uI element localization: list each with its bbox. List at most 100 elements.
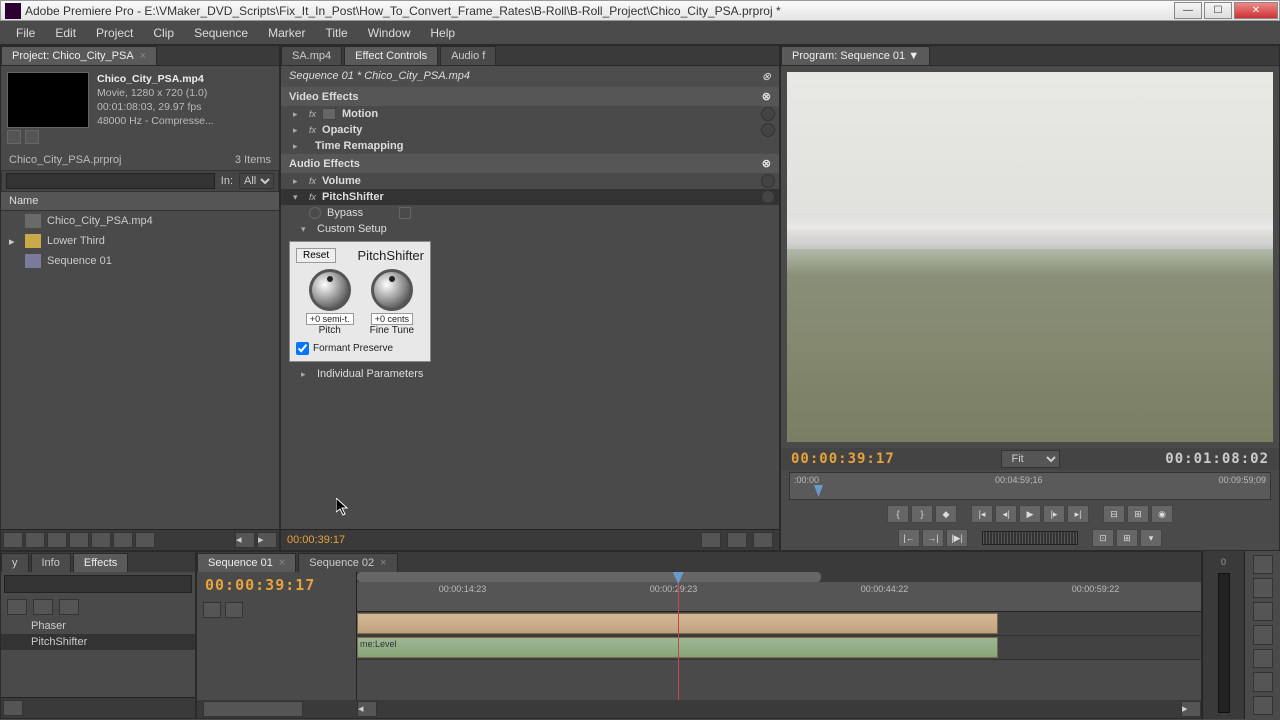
zoom-slider[interactable] bbox=[203, 701, 303, 717]
minimize-button[interactable]: — bbox=[1174, 2, 1202, 19]
pen-tool[interactable] bbox=[1253, 672, 1273, 691]
selection-tool[interactable] bbox=[1253, 555, 1273, 574]
effect-motion[interactable]: ▸fx Motion bbox=[281, 106, 779, 122]
menu-project[interactable]: Project bbox=[86, 23, 143, 43]
go-to-in-button[interactable]: |◂ bbox=[971, 505, 993, 523]
param-bypass[interactable]: Bypass bbox=[281, 205, 779, 221]
tab-program[interactable]: Program: Sequence 01 ▼ bbox=[781, 46, 930, 65]
lift-button[interactable]: ⊟ bbox=[1103, 505, 1125, 523]
project-search-input[interactable] bbox=[6, 173, 215, 189]
step-forward-button[interactable]: |▸ bbox=[1043, 505, 1065, 523]
program-ruler[interactable]: :00:00 00:04:59;16 00:09:59;09 bbox=[789, 472, 1271, 500]
marker-button[interactable]: ◆ bbox=[935, 505, 957, 523]
timeline-timecode[interactable]: 00:00:39:17 bbox=[197, 572, 356, 598]
list-view-button[interactable] bbox=[3, 532, 23, 548]
video-monitor[interactable] bbox=[787, 72, 1273, 442]
slip-tool[interactable] bbox=[1253, 649, 1273, 668]
menu-title[interactable]: Title bbox=[315, 23, 357, 43]
zoom-select[interactable]: Fit bbox=[1001, 450, 1060, 468]
play-thumb-icon[interactable] bbox=[25, 130, 39, 144]
new-bin-button[interactable] bbox=[3, 700, 23, 716]
menu-file[interactable]: File bbox=[6, 23, 45, 43]
dropdown-button[interactable]: ▾ bbox=[1140, 529, 1162, 547]
menu-marker[interactable]: Marker bbox=[258, 23, 315, 43]
find-button[interactable] bbox=[69, 532, 89, 548]
play-inout-button[interactable]: |▶| bbox=[946, 529, 968, 547]
formant-preserve-checkbox[interactable]: Formant Preserve bbox=[296, 342, 424, 355]
safe-margins-button[interactable]: ⊡ bbox=[1092, 529, 1114, 547]
timeline-zoom-scrollbar[interactable] bbox=[357, 572, 1201, 582]
prev-button[interactable]: ◂ bbox=[235, 532, 255, 548]
new-item-button[interactable] bbox=[113, 532, 133, 548]
menu-window[interactable]: Window bbox=[358, 23, 421, 43]
list-item[interactable]: ▸ Lower Third bbox=[1, 231, 279, 251]
list-item[interactable]: Chico_City_PSA.mp4 bbox=[1, 211, 279, 231]
effect-time-remapping[interactable]: ▸ Time Remapping bbox=[281, 138, 779, 154]
track-select-tool[interactable] bbox=[1253, 578, 1273, 597]
tab-sequence-01[interactable]: Sequence 01× bbox=[197, 553, 296, 572]
tab-audio[interactable]: Audio f bbox=[440, 46, 496, 65]
effect-pitchshifter[interactable]: ▾fx PitchShifter bbox=[281, 189, 779, 205]
reset-icon[interactable] bbox=[761, 190, 775, 204]
scroll-left-button[interactable]: ◂ bbox=[357, 701, 377, 717]
accelerated-icon[interactable] bbox=[33, 599, 53, 615]
menu-sequence[interactable]: Sequence bbox=[184, 23, 258, 43]
tab-project[interactable]: Project: Chico_City_PSA× bbox=[1, 46, 157, 65]
close-icon[interactable]: × bbox=[279, 557, 285, 569]
menu-help[interactable]: Help bbox=[420, 23, 465, 43]
effects-search-input[interactable] bbox=[4, 575, 192, 593]
loop-icon[interactable] bbox=[753, 532, 773, 548]
zoom-out-icon[interactable] bbox=[701, 532, 721, 548]
timeline-playhead[interactable] bbox=[678, 572, 679, 700]
hand-tool[interactable] bbox=[1253, 696, 1273, 715]
effect-opacity[interactable]: ▸fx Opacity bbox=[281, 122, 779, 138]
tab-source[interactable]: SA.mp4 bbox=[281, 46, 342, 65]
jog-wheel[interactable] bbox=[982, 531, 1078, 545]
menu-edit[interactable]: Edit bbox=[45, 23, 86, 43]
program-timecode-left[interactable]: 00:00:39:17 bbox=[791, 451, 895, 467]
stopwatch-icon[interactable] bbox=[309, 207, 321, 219]
next-edit-button[interactable]: →| bbox=[922, 529, 944, 547]
fx-type-icon[interactable] bbox=[7, 599, 27, 615]
reset-icon[interactable] bbox=[761, 107, 775, 121]
toggle-icon[interactable]: ⊗ bbox=[762, 90, 771, 103]
effect-item[interactable]: PitchShifter bbox=[1, 634, 195, 650]
toggle-timeline-icon[interactable]: ⊗ bbox=[762, 70, 771, 83]
mark-out-button[interactable]: } bbox=[911, 505, 933, 523]
audio-track[interactable]: me:Level bbox=[357, 636, 1201, 660]
column-header-name[interactable]: Name bbox=[1, 192, 279, 211]
scroll-right-button[interactable]: ▸ bbox=[1181, 701, 1201, 717]
pitch-knob[interactable] bbox=[309, 269, 351, 311]
export-frame-button[interactable]: ◉ bbox=[1151, 505, 1173, 523]
ec-timecode[interactable]: 00:00:39:17 bbox=[287, 534, 345, 546]
poster-frame-icon[interactable] bbox=[7, 130, 21, 144]
tab-sequence-02[interactable]: Sequence 02× bbox=[298, 553, 397, 572]
prev-edit-button[interactable]: |← bbox=[898, 529, 920, 547]
mark-in-button[interactable]: { bbox=[887, 505, 909, 523]
close-button[interactable]: ✕ bbox=[1234, 2, 1278, 19]
new-bin-button[interactable] bbox=[91, 532, 111, 548]
reset-icon[interactable] bbox=[761, 123, 775, 137]
finetune-knob[interactable] bbox=[371, 269, 413, 311]
bypass-checkbox[interactable] bbox=[399, 207, 411, 219]
effect-item[interactable]: Phaser bbox=[1, 618, 195, 634]
icon-view-button[interactable] bbox=[25, 532, 45, 548]
project-filter-select[interactable]: All bbox=[239, 173, 274, 189]
reset-icon[interactable] bbox=[761, 174, 775, 188]
close-icon[interactable]: × bbox=[380, 557, 386, 569]
delete-button[interactable] bbox=[135, 532, 155, 548]
go-to-out-button[interactable]: ▸| bbox=[1067, 505, 1089, 523]
output-button[interactable]: ⊞ bbox=[1116, 529, 1138, 547]
clip-thumbnail[interactable] bbox=[7, 72, 89, 128]
reset-button[interactable]: Reset bbox=[296, 248, 336, 263]
dropdown-icon[interactable]: ▼ bbox=[908, 50, 919, 62]
automate-button[interactable] bbox=[47, 532, 67, 548]
menu-clip[interactable]: Clip bbox=[143, 23, 184, 43]
param-individual[interactable]: ▸ Individual Parameters bbox=[281, 366, 779, 382]
close-icon[interactable]: × bbox=[140, 50, 146, 62]
tab-effect-controls[interactable]: Effect Controls bbox=[344, 46, 438, 65]
play-button[interactable]: ▶ bbox=[1019, 505, 1041, 523]
maximize-button[interactable]: ☐ bbox=[1204, 2, 1232, 19]
list-item[interactable]: Sequence 01 bbox=[1, 251, 279, 271]
tab-info[interactable]: Info bbox=[31, 553, 71, 572]
